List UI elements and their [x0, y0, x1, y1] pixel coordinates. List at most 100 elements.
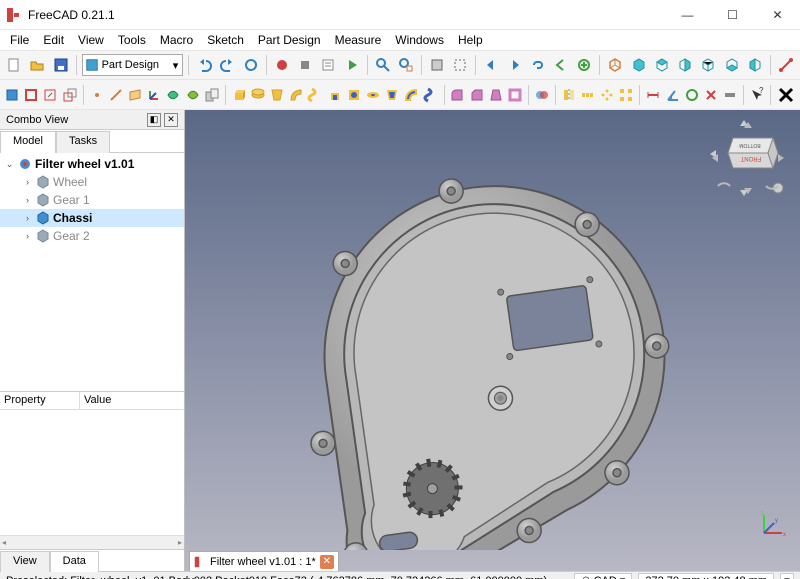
tree-root[interactable]: ⌄ Filter wheel v1.01 [0, 155, 184, 173]
polar-pattern-icon[interactable] [599, 84, 615, 106]
tree-expand-icon[interactable]: › [22, 177, 33, 188]
pocket-icon[interactable] [326, 84, 342, 106]
left-view-icon[interactable] [745, 54, 765, 76]
subtractive-loft-icon[interactable] [384, 84, 400, 106]
fit-all-icon[interactable] [373, 54, 393, 76]
viewport-dimensions[interactable]: 272,70 mm x 192,48 mm [638, 573, 774, 579]
fillet-icon[interactable] [449, 84, 465, 106]
edit-sketch-icon[interactable] [42, 84, 58, 106]
tree-item-gear2[interactable]: › Gear 2 [0, 227, 184, 245]
refresh-icon[interactable] [241, 54, 261, 76]
chamfer-icon[interactable] [469, 84, 485, 106]
mirror-icon[interactable] [561, 84, 577, 106]
tab-data[interactable]: Data [50, 551, 99, 572]
open-file-icon[interactable] [27, 54, 47, 76]
tree-expand-icon[interactable]: › [22, 231, 33, 242]
measure-distance-icon[interactable] [776, 54, 796, 76]
create-body-icon[interactable] [4, 84, 20, 106]
redo-icon[interactable] [217, 54, 237, 76]
tree-item-wheel[interactable]: › Wheel [0, 173, 184, 191]
tree-expand-icon[interactable]: › [22, 213, 33, 224]
datum-cs-icon[interactable] [146, 84, 162, 106]
property-body[interactable] [0, 410, 184, 535]
right-view-icon[interactable] [675, 54, 695, 76]
menu-view[interactable]: View [72, 31, 110, 49]
menu-part-design[interactable]: Part Design [252, 31, 327, 49]
status-zoom-icon[interactable]: ▾ [780, 573, 794, 579]
panel-float-icon[interactable]: ◧ [147, 113, 161, 127]
model-tree[interactable]: ⌄ Filter wheel v1.01 › Wheel › Gear 1 › … [0, 152, 184, 391]
tree-expand-icon[interactable]: › [22, 195, 33, 206]
multi-transform-icon[interactable] [618, 84, 634, 106]
whats-this-icon[interactable]: ? [749, 84, 765, 106]
new-file-icon[interactable] [4, 54, 24, 76]
3d-viewport[interactable]: FRONT BOTTOM x z y Filter wheel v1.01 : … [185, 110, 800, 571]
menu-help[interactable]: Help [452, 31, 489, 49]
clone-icon[interactable] [204, 84, 220, 106]
sub-shape-binder-icon[interactable] [184, 84, 200, 106]
property-col-name[interactable]: Property [0, 392, 80, 409]
tab-tasks[interactable]: Tasks [56, 131, 110, 153]
macro-play-icon[interactable] [341, 54, 361, 76]
helix-icon[interactable] [307, 84, 323, 106]
linear-pattern-icon[interactable] [580, 84, 596, 106]
bounding-box-icon[interactable] [450, 54, 470, 76]
shape-binder-icon[interactable] [165, 84, 181, 106]
isometric-view-icon[interactable] [605, 54, 625, 76]
datum-point-icon[interactable] [88, 84, 104, 106]
top-view-icon[interactable] [652, 54, 672, 76]
measure-linear-icon[interactable] [645, 84, 661, 106]
tree-expand-icon[interactable]: ⌄ [4, 159, 15, 170]
undo-icon[interactable] [194, 54, 214, 76]
menu-macro[interactable]: Macro [154, 31, 199, 49]
thickness-icon[interactable] [507, 84, 523, 106]
panel-close-icon[interactable]: ✕ [164, 113, 178, 127]
subtractive-helix-icon[interactable] [422, 84, 438, 106]
save-file-icon[interactable] [50, 54, 70, 76]
fit-selection-icon[interactable] [396, 54, 416, 76]
property-col-value[interactable]: Value [80, 392, 115, 409]
minimize-button[interactable]: — [665, 0, 710, 29]
menu-sketch[interactable]: Sketch [201, 31, 250, 49]
subtractive-sweep-icon[interactable] [403, 84, 419, 106]
tab-model[interactable]: Model [0, 131, 56, 153]
revolution-icon[interactable] [250, 84, 266, 106]
measure-clear-icon[interactable] [703, 84, 719, 106]
boolean-icon[interactable] [534, 84, 550, 106]
tree-item-gear1[interactable]: › Gear 1 [0, 191, 184, 209]
link-back-icon[interactable] [551, 54, 571, 76]
draft-icon[interactable] [488, 84, 504, 106]
draw-style-icon[interactable] [427, 54, 447, 76]
macro-record-icon[interactable] [272, 54, 292, 76]
nav-style-selector[interactable]: CAD▾ [574, 573, 633, 579]
groove-icon[interactable] [365, 84, 381, 106]
front-view-icon[interactable] [629, 54, 649, 76]
navigation-cube[interactable]: FRONT BOTTOM [708, 118, 788, 198]
loft-icon[interactable] [269, 84, 285, 106]
pad-icon[interactable] [231, 84, 247, 106]
tree-item-chassi[interactable]: › Chassi [0, 209, 184, 227]
menu-measure[interactable]: Measure [329, 31, 388, 49]
workbench-selector[interactable]: Part Design ▾ [82, 54, 184, 76]
measure-angular-icon[interactable] [664, 84, 680, 106]
nav-right-icon[interactable] [505, 54, 525, 76]
datum-line-icon[interactable] [108, 84, 124, 106]
rear-view-icon[interactable] [698, 54, 718, 76]
menu-tools[interactable]: Tools [112, 31, 152, 49]
sweep-icon[interactable] [288, 84, 304, 106]
close-tab-icon[interactable]: ✕ [320, 555, 334, 569]
map-sketch-icon[interactable] [62, 84, 78, 106]
create-sketch-icon[interactable] [23, 84, 39, 106]
close-button[interactable]: ✕ [755, 0, 800, 29]
maximize-button[interactable]: ☐ [710, 0, 755, 29]
macro-list-icon[interactable] [318, 54, 338, 76]
link-make-icon[interactable] [574, 54, 594, 76]
menu-windows[interactable]: Windows [389, 31, 450, 49]
link-nav-icon[interactable] [528, 54, 548, 76]
measure-toggle-icon[interactable] [722, 84, 738, 106]
datum-plane-icon[interactable] [127, 84, 143, 106]
tab-view[interactable]: View [0, 551, 50, 572]
close-toolbar-icon[interactable] [776, 84, 796, 106]
hole-icon[interactable] [346, 84, 362, 106]
nav-left-icon[interactable] [481, 54, 501, 76]
